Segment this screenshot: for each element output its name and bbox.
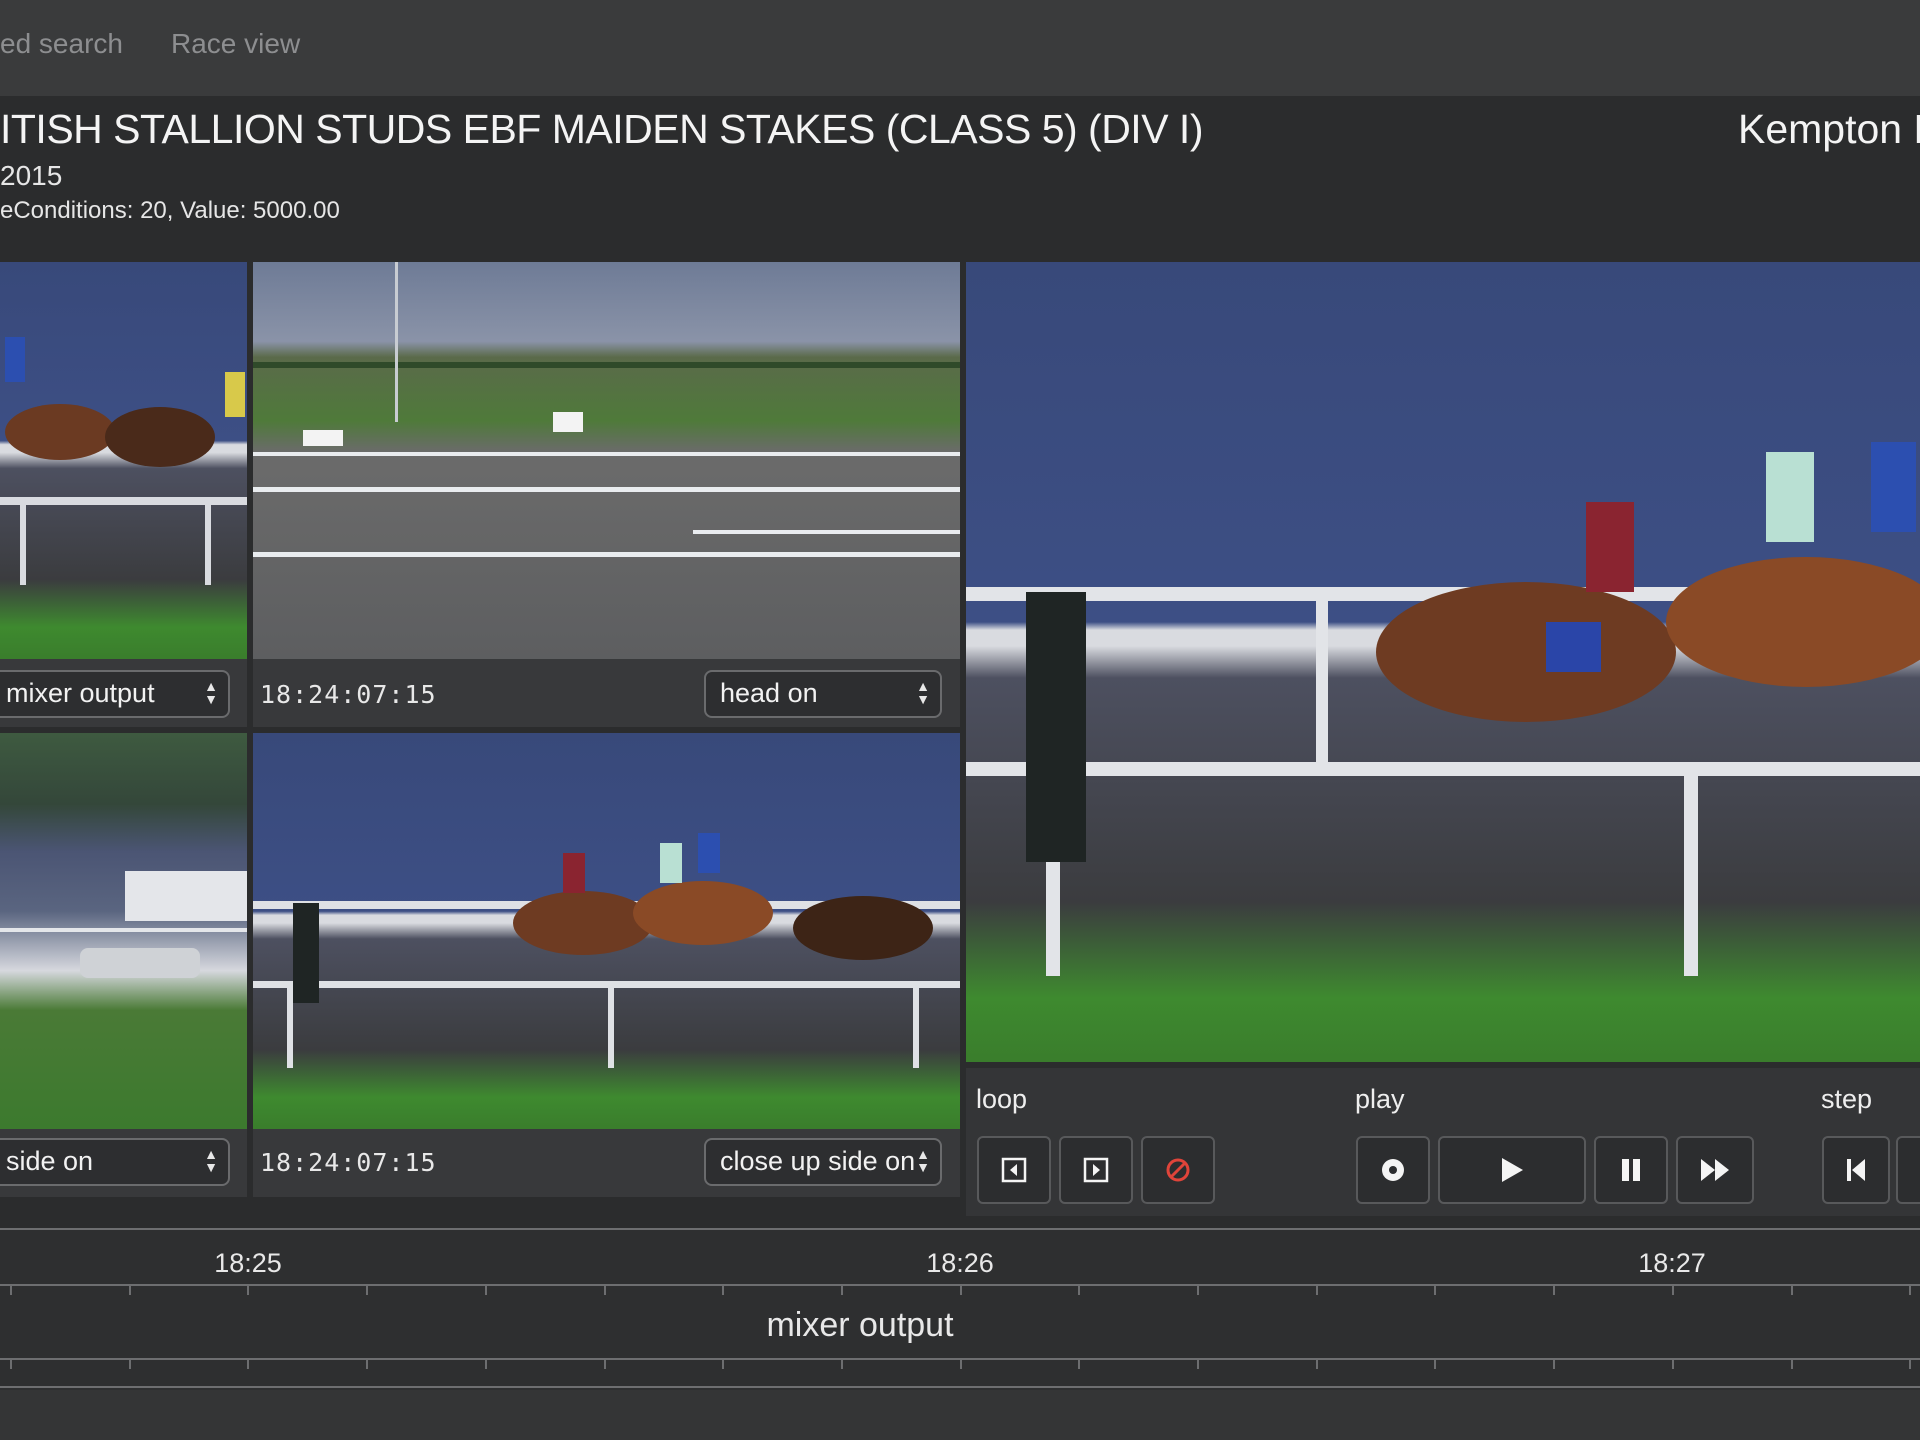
- video-feed-close-up-side-on[interactable]: [253, 733, 960, 1129]
- step-back-icon: [1847, 1159, 1865, 1181]
- camera-select-head-on[interactable]: head on ▲ ▼: [704, 670, 942, 718]
- select-arrows-icon: ▲ ▼: [204, 1146, 218, 1175]
- timeline-time-label: 18:27: [1638, 1248, 1706, 1278]
- timeline-tick: [1672, 1285, 1674, 1295]
- camera-select-value: mixer output: [6, 678, 155, 708]
- race-date: 2015: [0, 160, 63, 191]
- camera-select-value: close up side on: [720, 1146, 916, 1176]
- main-video-player[interactable]: [966, 262, 1920, 1062]
- timeline-tick: [1672, 1359, 1674, 1369]
- fast-forward-button[interactable]: [1676, 1136, 1754, 1204]
- race-title: ITISH STALLION STUDS EBF MAIDEN STAKES (…: [0, 106, 1203, 152]
- record-icon: [1382, 1159, 1404, 1181]
- cancel-icon: [1166, 1158, 1190, 1182]
- timeline-track-label: mixer output: [766, 1306, 954, 1344]
- timeline-tick: [10, 1359, 12, 1369]
- footer-bar: [0, 1390, 1920, 1440]
- timeline-tick: [1909, 1359, 1911, 1369]
- play-button[interactable]: [1438, 1136, 1586, 1204]
- timeline-tick: [1197, 1285, 1199, 1295]
- timeline-tick: [366, 1285, 368, 1295]
- timeline-tick: [722, 1359, 724, 1369]
- camera-select-value: side on: [6, 1146, 94, 1176]
- main-parade-scene: [966, 442, 1920, 976]
- race-conditions: eConditions: 20, Value: 5000.00: [0, 197, 340, 224]
- timeline-tick: [841, 1285, 843, 1295]
- record-button[interactable]: [1356, 1136, 1430, 1204]
- timeline-tick: [841, 1359, 843, 1369]
- timeline-tick: [1316, 1359, 1318, 1369]
- loop-end-icon: [1083, 1157, 1109, 1183]
- loop-label: loop: [976, 1084, 1028, 1114]
- video-feed-head-on[interactable]: [253, 262, 960, 659]
- step-forward-button[interactable]: [1896, 1136, 1920, 1204]
- timeline-tick: [247, 1285, 249, 1295]
- timeline-tick: [129, 1285, 131, 1295]
- timeline-tick: [960, 1359, 962, 1369]
- select-arrows-icon: ▲ ▼: [916, 678, 930, 707]
- play-label: play: [1355, 1084, 1405, 1114]
- timecode: 18:24:07:15: [260, 680, 437, 709]
- timeline-tick: [1316, 1285, 1318, 1295]
- course-scene: [253, 262, 960, 557]
- timeline-tick: [1197, 1359, 1199, 1369]
- loop-cancel-button[interactable]: [1141, 1136, 1215, 1204]
- loop-start-button[interactable]: [977, 1136, 1051, 1204]
- race-venue: Kempton P: [1738, 106, 1920, 152]
- step-back-button[interactable]: [1822, 1136, 1890, 1204]
- camera-select-close-up-side-on[interactable]: close up side on ▲ ▼: [704, 1138, 942, 1186]
- timecode: 18:24:07:15: [260, 1148, 437, 1177]
- timeline-tick: [722, 1285, 724, 1295]
- timeline-tick: [960, 1285, 962, 1295]
- timeline-tick: [129, 1359, 131, 1369]
- tab-race-view[interactable]: Race view: [171, 28, 300, 60]
- tab-advanced-search[interactable]: ed search: [0, 28, 123, 60]
- top-nav: ed search Race view: [0, 0, 1920, 96]
- timeline-tick: [604, 1359, 606, 1369]
- timeline-tick: [1553, 1285, 1555, 1295]
- timeline-tick: [1078, 1359, 1080, 1369]
- timeline-tick: [1434, 1285, 1436, 1295]
- video-feed-side-on[interactable]: [0, 733, 247, 1129]
- camera-select-mixer-output[interactable]: mixer output ▲ ▼: [0, 670, 230, 718]
- timeline-tick: [247, 1359, 249, 1369]
- play-icon: [1502, 1158, 1523, 1182]
- timeline-top-border: [0, 1228, 1920, 1230]
- select-arrows-icon: ▲ ▼: [204, 678, 218, 707]
- fast-forward-icon: [1701, 1159, 1729, 1181]
- timeline-bottom-border: [0, 1386, 1920, 1388]
- loop-start-icon: [1001, 1157, 1027, 1183]
- parade-ring-scene: [253, 833, 960, 1068]
- timeline-tick: [1553, 1359, 1555, 1369]
- timeline-tick: [1078, 1285, 1080, 1295]
- timeline-tick: [1909, 1285, 1911, 1295]
- camera-select-value: head on: [720, 678, 818, 708]
- timeline-tick: [485, 1285, 487, 1295]
- camera-select-side-on[interactable]: side on ▲ ▼: [0, 1138, 230, 1186]
- timeline-tick: [1434, 1359, 1436, 1369]
- loop-end-button[interactable]: [1059, 1136, 1133, 1204]
- timeline-tick: [485, 1359, 487, 1369]
- timeline-time-label: 18:26: [926, 1248, 994, 1278]
- horses-scene: [0, 337, 247, 585]
- pause-icon: [1622, 1159, 1640, 1181]
- pause-button[interactable]: [1594, 1136, 1668, 1204]
- timeline-time-label: 18:25: [214, 1248, 282, 1278]
- far-side-scene: [0, 871, 247, 978]
- timeline-tick: [366, 1359, 368, 1369]
- timeline-tick: [1791, 1285, 1793, 1295]
- select-arrows-icon: ▲ ▼: [916, 1146, 930, 1175]
- timeline-tick: [1791, 1359, 1793, 1369]
- timeline-tick: [604, 1285, 606, 1295]
- video-feed-mixer-output[interactable]: [0, 262, 247, 659]
- step-label: step: [1821, 1084, 1873, 1114]
- timeline-tick: [10, 1285, 12, 1295]
